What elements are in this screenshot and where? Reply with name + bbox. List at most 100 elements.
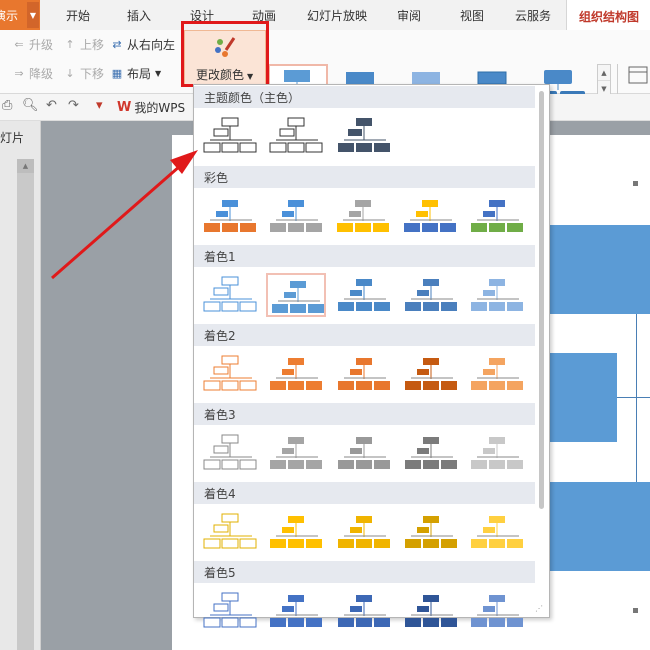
org-chart-thumbnail-icon bbox=[203, 434, 257, 470]
color-scheme-option[interactable] bbox=[200, 589, 260, 633]
chevron-down-icon: ▼ bbox=[155, 69, 162, 78]
layout-icon: ▦ bbox=[111, 67, 123, 80]
color-scheme-option[interactable] bbox=[334, 273, 394, 317]
color-scheme-option[interactable] bbox=[266, 352, 326, 396]
resize-handle[interactable] bbox=[633, 608, 638, 613]
slides-panel-header: 灯片 bbox=[0, 131, 25, 145]
org-chart-thumbnail-icon bbox=[338, 118, 390, 152]
org-chart-thumbnail-icon bbox=[270, 200, 322, 232]
panel-scrollbar[interactable] bbox=[17, 159, 34, 650]
wps-logo-icon: W bbox=[117, 99, 132, 115]
print-preview-icon[interactable]: 🔍︎ bbox=[22, 98, 39, 113]
color-scheme-option[interactable] bbox=[334, 510, 394, 554]
color-scheme-option[interactable] bbox=[467, 510, 527, 554]
tab-cloud[interactable]: 云服务 bbox=[515, 0, 551, 30]
move-down-label: 下移 bbox=[80, 67, 105, 81]
move-down-button[interactable]: ↓ 下移 bbox=[63, 65, 104, 82]
org-chart-shape-bottom[interactable] bbox=[545, 482, 650, 571]
org-chart-thumbnail-icon bbox=[471, 595, 523, 627]
select-pane-icon bbox=[628, 66, 648, 84]
org-chart-thumbnail-icon bbox=[338, 595, 390, 627]
color-scheme-option[interactable] bbox=[266, 114, 326, 158]
org-chart-thumbnail-icon bbox=[471, 358, 523, 390]
arrow-right-icon: ⇒ bbox=[14, 67, 24, 80]
color-scheme-option[interactable] bbox=[200, 431, 260, 475]
chevron-up-icon[interactable]: ▲ bbox=[17, 159, 34, 173]
org-chart-thumbnail-icon bbox=[338, 516, 390, 548]
undo-icon[interactable]: ↶ bbox=[46, 98, 57, 113]
chevron-down-icon[interactable]: ▼ bbox=[27, 2, 39, 28]
color-scheme-option[interactable] bbox=[200, 194, 260, 238]
color-scheme-option[interactable] bbox=[334, 431, 394, 475]
org-chart-thumbnail-icon bbox=[338, 437, 390, 469]
color-scheme-option[interactable] bbox=[400, 194, 460, 238]
color-scheme-option[interactable] bbox=[200, 273, 260, 317]
tab-insert[interactable]: 插入 bbox=[127, 0, 151, 30]
connector-line bbox=[617, 397, 650, 398]
color-section-header: 着色2 bbox=[194, 324, 535, 346]
tab-view[interactable]: 视图 bbox=[460, 0, 484, 30]
move-up-button[interactable]: ↑ 上移 bbox=[63, 36, 104, 53]
color-scheme-option[interactable] bbox=[266, 589, 326, 633]
color-scheme-option[interactable] bbox=[200, 352, 260, 396]
color-scheme-option[interactable] bbox=[333, 194, 393, 238]
right-to-left-label: 从右向左 bbox=[127, 38, 176, 52]
color-section-header: 着色5 bbox=[194, 561, 535, 583]
highlight-frame bbox=[181, 21, 269, 87]
redo-icon[interactable]: ↷ bbox=[68, 98, 79, 113]
dropdown-scrollbar[interactable] bbox=[537, 86, 546, 606]
color-scheme-option[interactable] bbox=[334, 352, 394, 396]
color-scheme-option[interactable] bbox=[401, 352, 461, 396]
color-scheme-option[interactable] bbox=[401, 510, 461, 554]
color-scheme-option[interactable] bbox=[334, 589, 394, 633]
arrow-left-icon: ⇐ bbox=[14, 38, 24, 51]
color-scheme-option[interactable] bbox=[467, 194, 527, 238]
org-chart-thumbnail-icon bbox=[471, 200, 523, 232]
chevron-up-icon[interactable]: ▲ bbox=[598, 65, 610, 81]
color-scheme-option[interactable] bbox=[200, 510, 260, 554]
swap-arrows-icon: ⇄ bbox=[112, 38, 122, 51]
resize-handle[interactable] bbox=[633, 181, 638, 186]
arrow-up-icon: ↑ bbox=[65, 38, 75, 51]
color-scheme-option[interactable] bbox=[401, 431, 461, 475]
color-scheme-option[interactable] bbox=[266, 194, 326, 238]
app-menu-tab[interactable]: 演示 ▼ bbox=[0, 0, 40, 30]
right-to-left-button[interactable]: ⇄ 从右向左 bbox=[110, 36, 175, 53]
org-chart-shape-top[interactable] bbox=[545, 225, 650, 314]
color-scheme-option[interactable] bbox=[467, 352, 527, 396]
color-scheme-option[interactable] bbox=[200, 114, 260, 158]
color-scheme-option[interactable] bbox=[266, 273, 326, 317]
scrollbar-thumb[interactable] bbox=[539, 91, 544, 509]
org-chart-thumbnail-icon bbox=[269, 117, 323, 153]
print-icon[interactable]: ⎙ bbox=[2, 98, 12, 113]
org-chart-shape-middle[interactable] bbox=[545, 353, 617, 442]
org-chart-thumbnail-icon bbox=[272, 281, 324, 313]
color-scheme-option[interactable] bbox=[266, 431, 326, 475]
my-wps-button[interactable]: W 我的WPS bbox=[117, 97, 185, 117]
arrow-down-icon: ↓ bbox=[65, 67, 75, 80]
tab-org-chart[interactable]: 组织结构图 bbox=[566, 0, 650, 32]
org-chart-thumbnail-icon bbox=[270, 516, 322, 548]
color-scheme-option[interactable] bbox=[467, 273, 527, 317]
org-chart-thumbnail-icon bbox=[270, 437, 322, 469]
color-scheme-option[interactable] bbox=[266, 510, 326, 554]
demote-button[interactable]: ⇒ 降级 bbox=[12, 65, 53, 82]
format-painter-icon[interactable]: ▾ bbox=[96, 98, 103, 113]
color-scheme-option[interactable] bbox=[467, 589, 527, 633]
resize-grip-icon[interactable]: ⋰ bbox=[535, 604, 543, 613]
color-section-header: 着色3 bbox=[194, 403, 535, 425]
color-scheme-option[interactable] bbox=[467, 431, 527, 475]
demote-label: 降级 bbox=[29, 67, 54, 81]
tab-slideshow[interactable]: 幻灯片放映 bbox=[307, 0, 367, 30]
org-chart-thumbnail-icon bbox=[471, 279, 523, 311]
org-chart-thumbnail-icon bbox=[203, 513, 257, 549]
org-chart-thumbnail-icon bbox=[405, 595, 457, 627]
layout-button[interactable]: ▦ 布局 ▼ bbox=[110, 65, 161, 82]
tab-start[interactable]: 开始 bbox=[66, 0, 90, 30]
promote-button[interactable]: ⇐ 升级 bbox=[12, 36, 53, 53]
color-scheme-option[interactable] bbox=[401, 273, 461, 317]
color-scheme-option[interactable] bbox=[334, 114, 394, 158]
tab-review[interactable]: 审阅 bbox=[397, 0, 421, 30]
color-scheme-option[interactable] bbox=[401, 589, 461, 633]
app-menu-label: 演示 bbox=[0, 8, 19, 23]
